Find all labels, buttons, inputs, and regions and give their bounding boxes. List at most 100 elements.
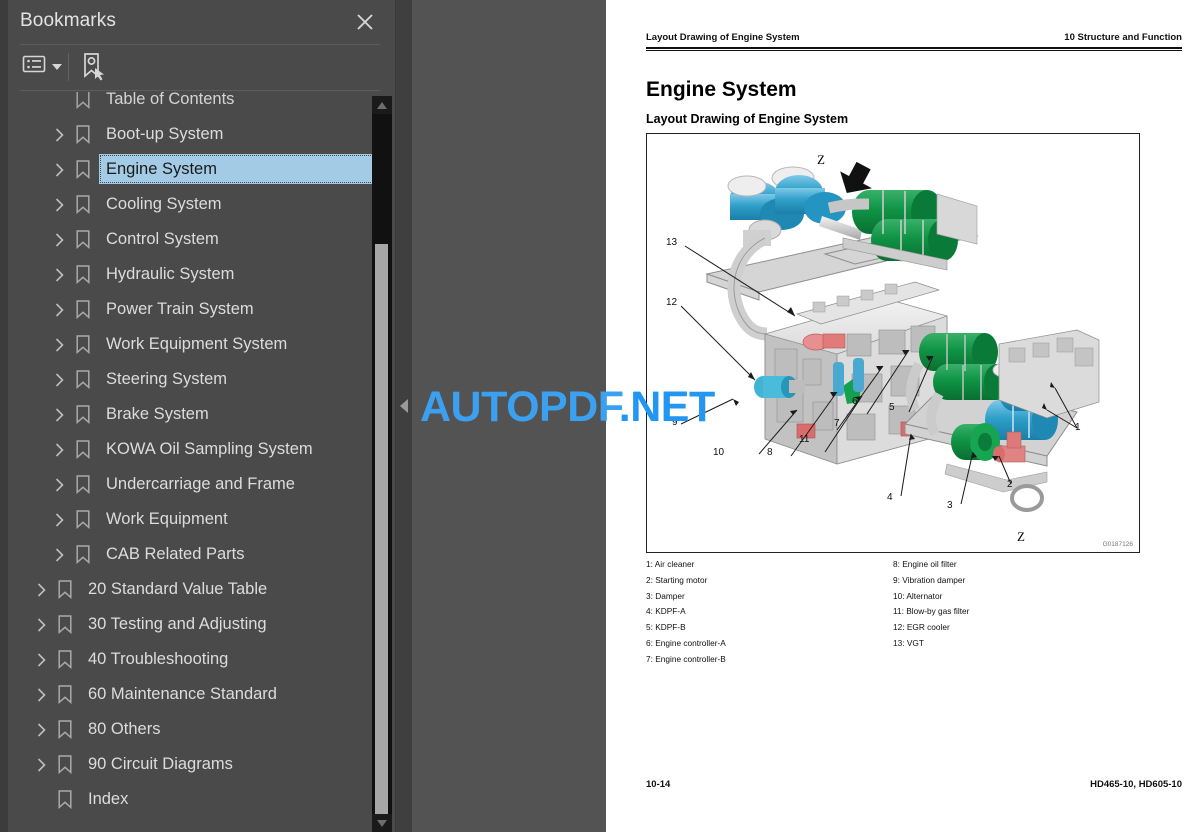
legend-item: 2: Starting motor <box>646 574 708 585</box>
bookmark-item[interactable]: 30 Testing and Adjusting <box>8 607 380 642</box>
chevron-right-icon[interactable] <box>32 651 50 669</box>
document-running-header: Layout Drawing of Engine System 10 Struc… <box>646 32 1182 43</box>
callout-13: 13 <box>666 237 678 248</box>
list-options-button[interactable] <box>22 54 62 79</box>
new-bookmark-button[interactable] <box>80 52 108 87</box>
legend-item: 8: Engine oil filter <box>893 559 957 569</box>
callout-10: 10 <box>713 447 725 458</box>
bookmark-icon <box>72 404 94 426</box>
bookmark-item[interactable]: Work Equipment <box>8 502 380 537</box>
bookmark-item[interactable]: Work Equipment System <box>8 327 380 362</box>
bookmark-item[interactable]: Cooling System <box>8 187 380 222</box>
chevron-right-icon[interactable] <box>50 336 68 354</box>
bookmarks-tree[interactable]: Table of Contents Boot-up System Engine Sy… <box>8 92 396 832</box>
bookmark-icon <box>72 334 94 356</box>
bookmark-item[interactable]: Brake System <box>8 397 380 432</box>
bookmark-icon <box>72 229 94 251</box>
chevron-right-icon[interactable] <box>50 406 68 424</box>
bookmark-label: Cooling System <box>106 195 222 213</box>
bookmark-item[interactable]: 40 Troubleshooting <box>8 642 380 677</box>
chevron-right-icon[interactable] <box>50 126 68 144</box>
legend-item: 3: Damper <box>646 590 685 601</box>
legend-item: 7: Engine controller-B <box>646 653 726 664</box>
legend-item: 5: KDPF-B <box>646 622 686 633</box>
chevron-right-icon[interactable] <box>50 546 68 564</box>
page-subtitle: Layout Drawing of Engine System <box>646 112 849 126</box>
bookmark-item[interactable]: 80 Others <box>8 712 380 747</box>
bookmark-icon <box>72 369 94 391</box>
legend-item: 10: Alternator <box>893 590 943 601</box>
legend-item: 11: Blow-by gas filter <box>893 606 970 617</box>
chevron-right-icon[interactable] <box>50 511 68 529</box>
bookmark-label: Work Equipment System <box>106 335 288 353</box>
chevron-right-icon[interactable] <box>32 756 50 774</box>
legend-column-right: 8: Engine oil filter 9: Vibration damper 1… <box>893 557 1140 668</box>
bookmark-item[interactable]: 90 Circuit Diagrams <box>8 747 380 782</box>
callout-11: 11 <box>799 434 810 445</box>
bookmark-item[interactable]: 20 Standard Value Table <box>8 572 380 607</box>
panel-splitter[interactable] <box>396 0 412 832</box>
chevron-right-icon[interactable] <box>50 301 68 319</box>
callout-3: 3 <box>947 500 953 511</box>
bookmark-icon <box>72 124 94 146</box>
bookmark-icon <box>72 509 94 531</box>
bookmark-item[interactable]: Engine System <box>8 152 380 187</box>
scroll-up-button[interactable] <box>372 96 392 114</box>
chevron-right-icon[interactable] <box>32 616 50 634</box>
bookmark-item[interactable]: Boot-up System <box>8 117 380 152</box>
header-right-text: 10 Structure and Function <box>1064 32 1182 43</box>
callout-4: 4 <box>887 492 893 503</box>
bookmark-item[interactable]: CAB Related Parts <box>8 537 380 572</box>
bookmark-label: 80 Others <box>88 720 161 738</box>
header-rule-thick <box>646 47 1182 49</box>
chevron-right-icon[interactable] <box>32 581 50 599</box>
bookmark-icon <box>72 439 94 461</box>
bookmark-item[interactable]: Control System <box>8 222 380 257</box>
chevron-right-icon[interactable] <box>50 196 68 214</box>
collapse-left-icon[interactable] <box>400 399 408 413</box>
chevron-right-icon[interactable] <box>50 476 68 494</box>
chevron-right-icon[interactable] <box>50 371 68 389</box>
bookmark-label: Brake System <box>106 405 209 423</box>
callout-7: 7 <box>834 418 840 429</box>
chevron-right-icon[interactable] <box>32 686 50 704</box>
chevron-right-icon[interactable] <box>50 161 68 179</box>
bookmarks-scrollbar[interactable] <box>372 96 392 832</box>
bookmark-icon <box>54 649 76 671</box>
scrollbar-thumb[interactable] <box>375 244 388 814</box>
bookmark-item[interactable]: Hydraulic System <box>8 257 380 292</box>
toolbar-divider <box>20 90 380 91</box>
callout-2: 2 <box>1007 479 1013 490</box>
bookmark-item[interactable]: 60 Maintenance Standard <box>8 677 380 712</box>
chevron-right-icon[interactable] <box>50 231 68 249</box>
bookmark-label: Hydraulic System <box>106 265 235 283</box>
toolbar-separator <box>68 53 69 81</box>
legend-item: 13: VGT <box>893 637 924 648</box>
engine-layout-illustration <box>680 161 1100 512</box>
bookmark-item[interactable]: Steering System <box>8 362 380 397</box>
bookmark-label: Boot-up System <box>106 125 224 143</box>
bookmark-item[interactable]: Index <box>8 782 380 817</box>
bookmark-label: Undercarriage and Frame <box>106 475 295 493</box>
header-left-text: Layout Drawing of Engine System <box>646 32 800 43</box>
bookmark-item[interactable]: Table of Contents <box>8 92 380 117</box>
bookmark-label: CAB Related Parts <box>106 545 245 563</box>
bookmark-item[interactable]: Power Train System <box>8 292 380 327</box>
bookmark-label: Engine System <box>106 160 217 178</box>
bookmark-item[interactable]: Undercarriage and Frame <box>8 467 380 502</box>
legend-item: 12: EGR cooler <box>893 622 950 633</box>
bookmark-icon <box>54 754 76 776</box>
close-icon[interactable] <box>354 11 376 33</box>
panel-title: Bookmarks <box>20 10 116 31</box>
footer-page-number: 10-14 <box>646 779 671 790</box>
scroll-down-button[interactable] <box>372 814 392 832</box>
bookmark-item[interactable]: KOWA Oil Sampling System <box>8 432 380 467</box>
bookmark-label: Table of Contents <box>106 92 235 108</box>
figure-engine-layout: Z Z 13 12 9 10 8 11 7 6 5 4 3 2 1 G01871… <box>646 133 1140 553</box>
header-rule-thin <box>646 50 1182 51</box>
document-footer: 10-14 HD465-10, HD605-10 <box>646 779 1182 790</box>
chevron-right-icon[interactable] <box>50 266 68 284</box>
chevron-right-icon[interactable] <box>32 721 50 739</box>
legend-item: 9: Vibration damper <box>893 574 966 585</box>
chevron-right-icon[interactable] <box>50 441 68 459</box>
